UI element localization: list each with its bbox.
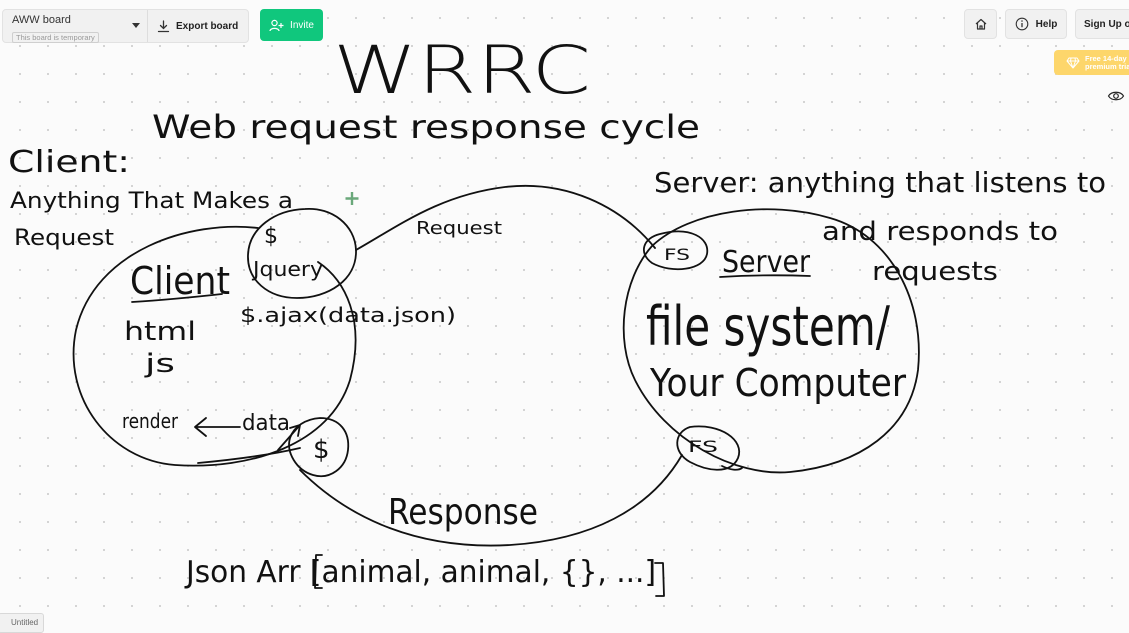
your-computer-text: Your Computer bbox=[649, 361, 906, 405]
request-text: Request bbox=[416, 218, 502, 239]
filesystem-text: file system/ bbox=[646, 295, 891, 358]
server-def-line1: Server: anything that listens to bbox=[654, 166, 1106, 199]
board-page-tab[interactable]: Untitled bbox=[0, 613, 44, 633]
render-text: render bbox=[122, 409, 179, 433]
json-array-text: Json Arr [animal, animal, {}, ...] bbox=[184, 555, 656, 590]
response-text: Response bbox=[388, 492, 538, 533]
server-def-line2: and responds to bbox=[822, 217, 1058, 247]
fs-top-text: FS bbox=[664, 245, 690, 264]
data-text: data bbox=[242, 411, 290, 436]
whiteboard-canvas[interactable]: WRRC Web request response cycle Client: … bbox=[0, 0, 1129, 627]
subtitle-text: Web request response cycle bbox=[152, 108, 700, 146]
client-def-line2: Anything That Makes a bbox=[10, 189, 293, 214]
jquery-circle bbox=[247, 208, 357, 299]
title-text: WRRC bbox=[333, 32, 591, 109]
js-text: js bbox=[144, 349, 175, 379]
html-text: html bbox=[124, 317, 196, 347]
client-def-line3: Request bbox=[14, 226, 114, 251]
jquery-text: Jquery bbox=[251, 257, 323, 281]
client-def-line1: Client: bbox=[8, 145, 130, 180]
server-def-line3: requests bbox=[872, 257, 998, 287]
server-label: Server bbox=[722, 245, 811, 280]
client-label: Client bbox=[130, 259, 230, 303]
fs-bottom-text: FS bbox=[688, 437, 718, 456]
dollar-sign-bottom: $ bbox=[313, 435, 330, 465]
request-arc bbox=[355, 185, 656, 251]
dollar-sign-top: $ bbox=[264, 224, 278, 249]
ajax-text: $.ajax(data.json) bbox=[240, 303, 456, 327]
plus-cursor-icon bbox=[345, 192, 359, 205]
